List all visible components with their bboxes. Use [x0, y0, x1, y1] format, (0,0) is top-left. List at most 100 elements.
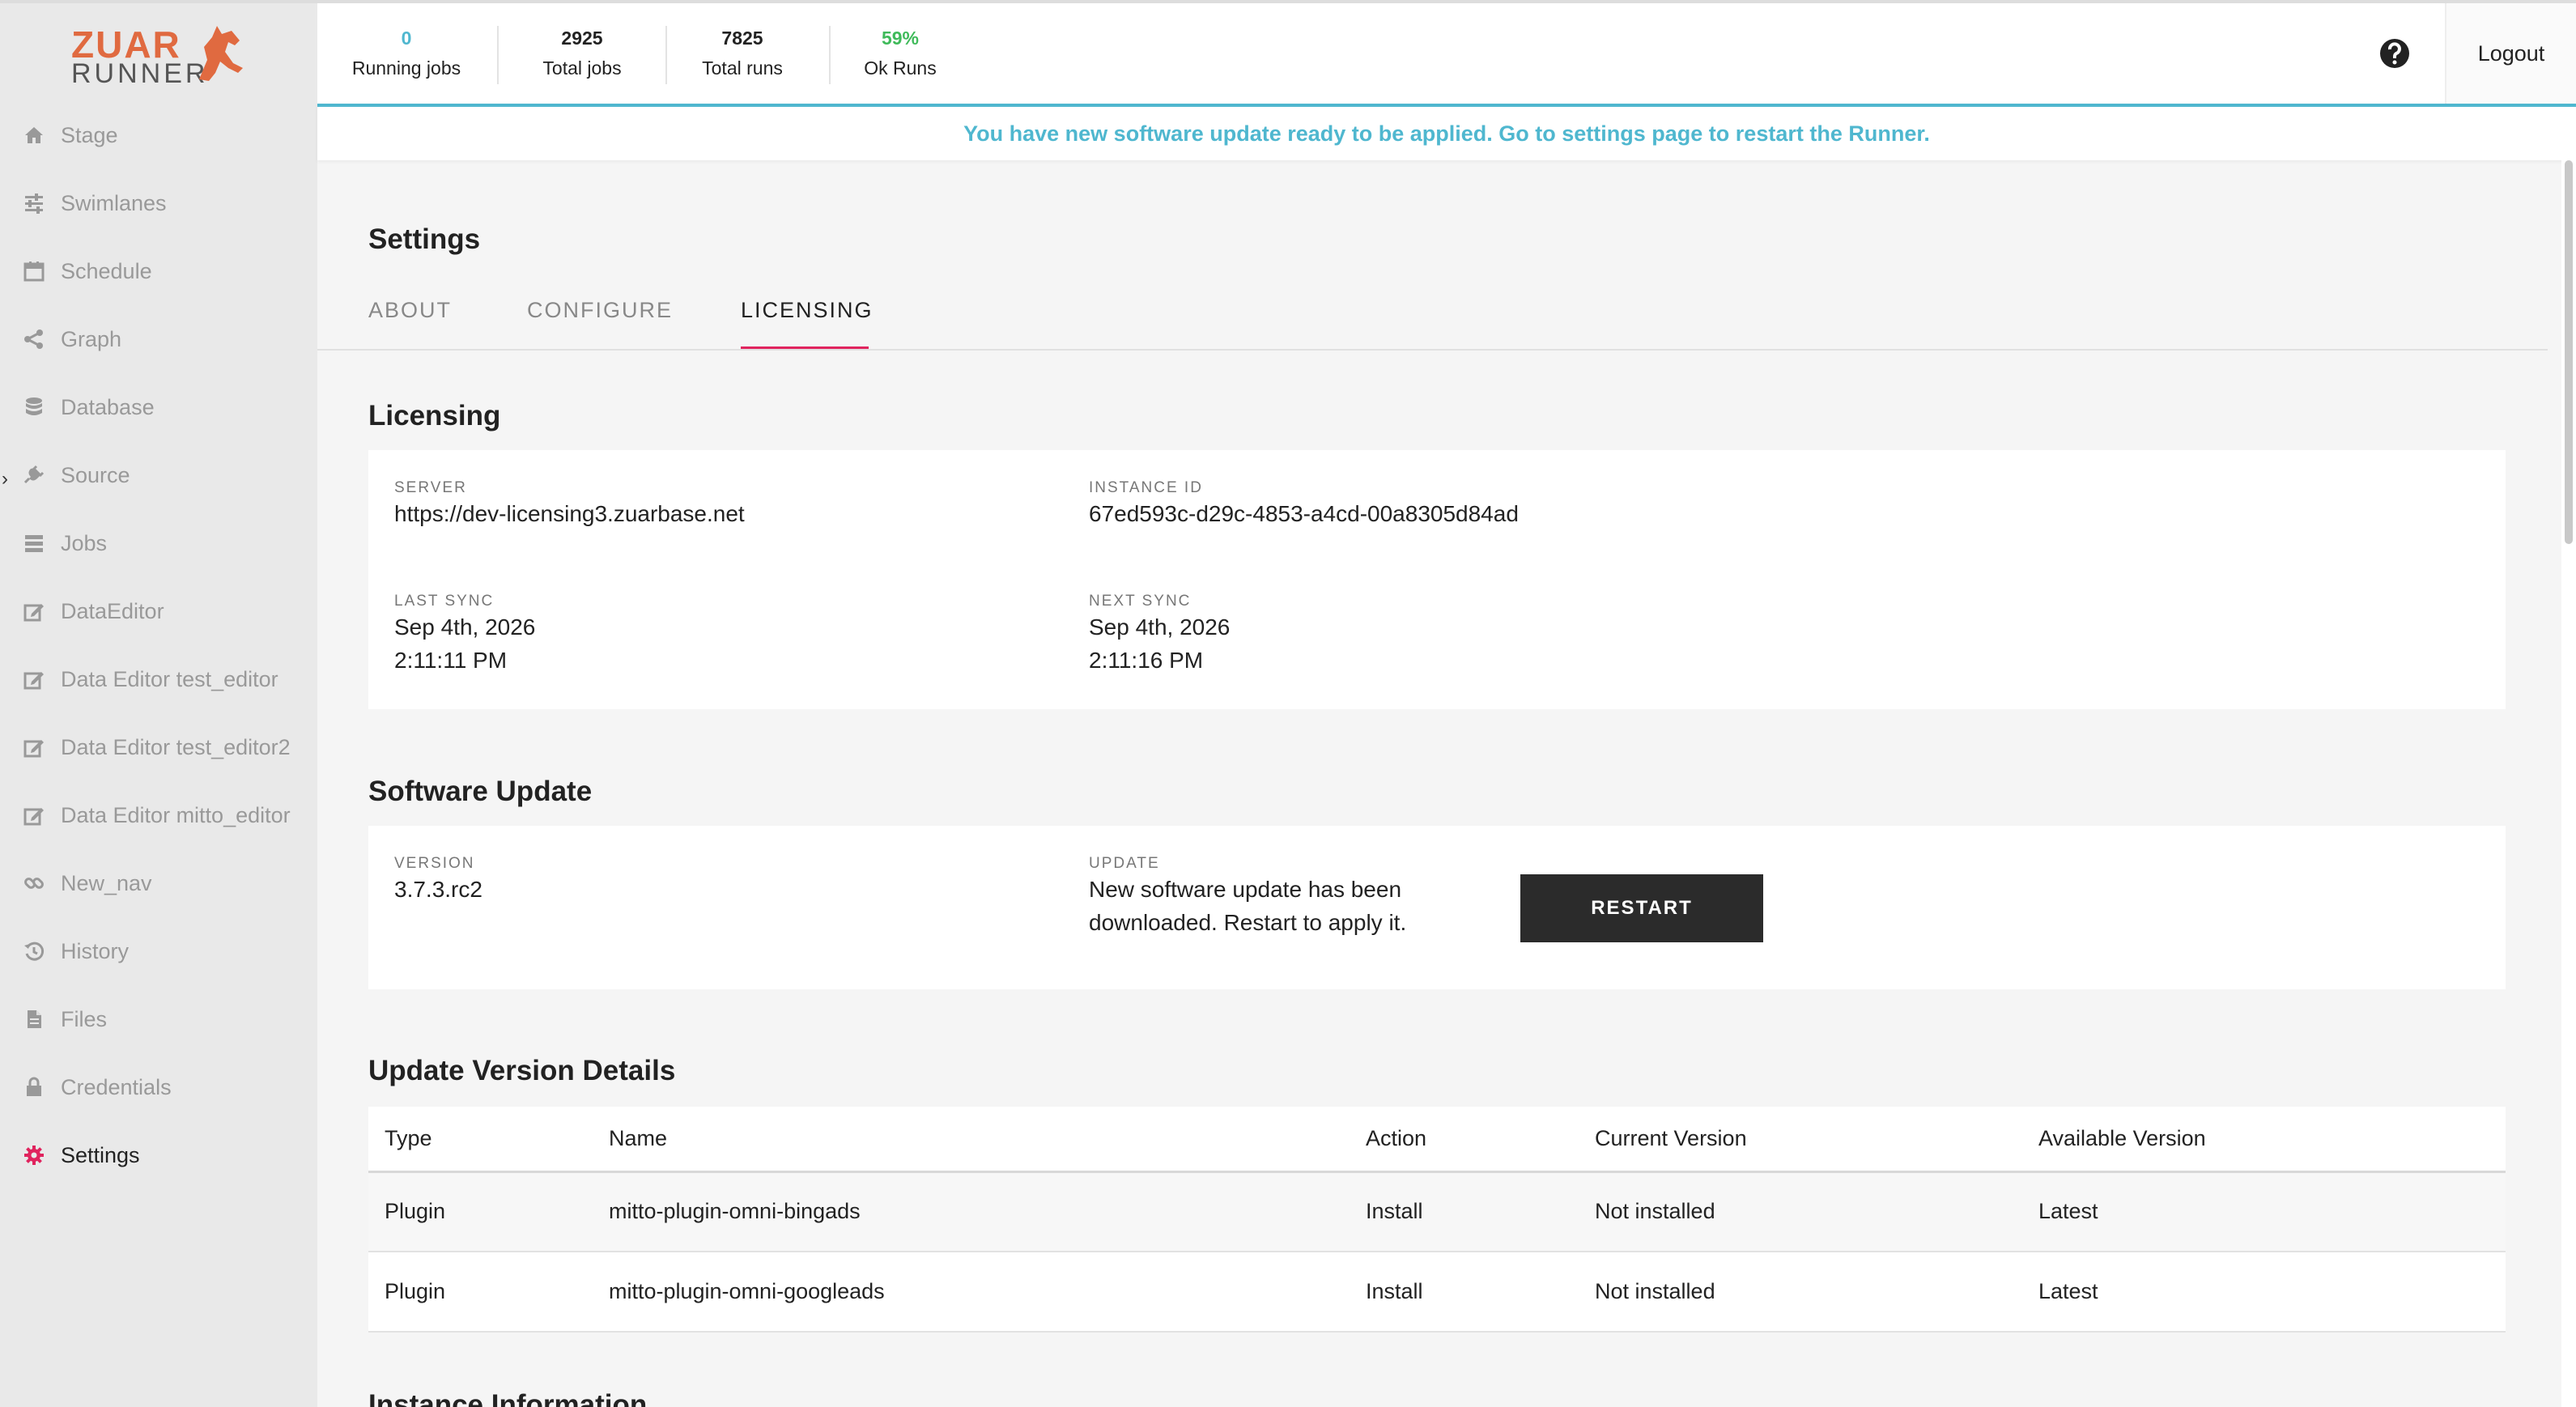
stat-caption: Ok Runs	[864, 57, 937, 79]
instance-information-title: Instance Information	[368, 1389, 648, 1407]
stat-divider	[829, 26, 831, 84]
last-sync-label: LAST SYNC	[394, 593, 495, 610]
last-sync-date: Sep 4th, 2026	[394, 614, 536, 640]
share-icon	[22, 327, 46, 351]
sidebar-item-label: Data Editor test_editor2	[61, 734, 291, 759]
sidebar-item-schedule[interactable]: Schedule	[0, 237, 317, 305]
update-banner[interactable]: You have new software update ready to be…	[317, 104, 2576, 160]
stat-running-jobs[interactable]: 0 Running jobs	[350, 28, 463, 79]
sidebar-item-label: Schedule	[61, 258, 152, 283]
question-circle-icon[interactable]	[2378, 37, 2411, 70]
edit-icon	[22, 803, 46, 827]
version-value: 3.7.3.rc2	[394, 877, 482, 902]
sidebar-item-label: Credentials	[61, 1074, 172, 1099]
sidebar-item-label: Data Editor mitto_editor	[61, 802, 291, 827]
stat-caption: Total runs	[702, 57, 783, 79]
instance-id-label: INSTANCE ID	[1089, 479, 1203, 496]
edit-icon	[22, 735, 46, 759]
sidebar-item-graph[interactable]: Graph	[0, 305, 317, 373]
update-message-line1: New software update has been	[1089, 877, 1402, 902]
sidebar-item-jobs[interactable]: Jobs	[0, 509, 317, 577]
logout-button[interactable]: Logout	[2445, 3, 2576, 104]
list-icon	[22, 531, 46, 555]
column-header-action: Action	[1350, 1107, 1579, 1173]
cell-current-version: Not installed	[1579, 1171, 2022, 1252]
sidebar-item-label: Stage	[61, 122, 118, 147]
horse-icon	[199, 26, 243, 81]
sidebar-item-label: Files	[61, 1006, 108, 1031]
cell-name: mitto-plugin-omni-googleads	[593, 1252, 1350, 1333]
update-details-title: Update Version Details	[368, 1055, 676, 1086]
table-row: Plugin mitto-plugin-omni-bingads Install…	[368, 1171, 2506, 1252]
next-sync-label: NEXT SYNC	[1089, 593, 1192, 610]
sidebar-item-label: Database	[61, 394, 155, 419]
column-header-name: Name	[593, 1107, 1350, 1173]
sidebar-item-swimlanes[interactable]: Swimlanes	[0, 169, 317, 237]
home-icon	[22, 123, 46, 147]
database-icon	[22, 395, 46, 419]
stat-caption: Running jobs	[351, 57, 461, 79]
sidebar-item-data-editor-test-editor2[interactable]: Data Editor test_editor2	[0, 713, 317, 781]
zuar-runner-logo[interactable]: ZUAR RUNNER	[71, 23, 249, 89]
sidebar-item-database[interactable]: Database	[0, 373, 317, 441]
sidebar-item-dataeditor[interactable]: DataEditor	[0, 577, 317, 645]
plug-icon	[22, 463, 46, 487]
tab-about[interactable]: ABOUT	[368, 298, 452, 323]
sidebar-item-data-editor-test-editor[interactable]: Data Editor test_editor	[0, 645, 317, 713]
file-icon	[22, 1007, 46, 1031]
logo-text-runner: RUNNER	[71, 58, 209, 89]
update-message-line2: downloaded. Restart to apply it.	[1089, 910, 1407, 935]
update-label: UPDATE	[1089, 855, 1160, 872]
stat-value: 59%	[881, 28, 920, 49]
column-header-type: Type	[368, 1107, 593, 1173]
sidebar-item-label: New_nav	[61, 870, 152, 895]
main-content: Settings ABOUT CONFIGURE LICENSING Licen…	[317, 160, 2548, 1407]
sidebar: ZUAR RUNNER › Stage Swimlanes Schedule G…	[0, 0, 317, 1407]
stat-ok-runs[interactable]: 59% Ok Runs	[852, 28, 949, 79]
sidebar-item-label: DataEditor	[61, 598, 164, 623]
software-update-title: Software Update	[368, 776, 593, 807]
link-icon	[22, 871, 46, 895]
column-header-current-version: Current Version	[1579, 1107, 2022, 1173]
sidebar-item-history[interactable]: History	[0, 917, 317, 985]
sliders-icon	[22, 191, 46, 215]
history-icon	[22, 939, 46, 963]
sidebar-item-label: Graph	[61, 326, 122, 351]
licensing-card: SERVER https://dev-licensing3.zuarbase.n…	[368, 450, 2506, 709]
tabs-divider	[317, 349, 2548, 351]
stat-value: 7825	[721, 28, 763, 49]
stat-total-runs[interactable]: 7825 Total runs	[690, 28, 795, 79]
column-header-available-version: Available Version	[2022, 1107, 2506, 1173]
tab-licensing[interactable]: LICENSING	[741, 298, 874, 323]
sidebar-item-source[interactable]: Source	[0, 441, 317, 509]
sidebar-item-new-nav[interactable]: New_nav	[0, 849, 317, 917]
next-sync-date: Sep 4th, 2026	[1089, 614, 1231, 640]
table-row: Plugin mitto-plugin-omni-googleads Insta…	[368, 1252, 2506, 1333]
stat-caption: Total jobs	[542, 57, 622, 79]
sidebar-item-label: History	[61, 938, 130, 963]
edit-icon	[22, 667, 46, 691]
restart-button[interactable]: RESTART	[1520, 874, 1763, 942]
sidebar-item-credentials[interactable]: Credentials	[0, 1053, 317, 1121]
main-scrollbar[interactable]	[2561, 160, 2576, 1407]
stat-divider	[497, 26, 499, 84]
scrollbar-thumb[interactable]	[2565, 160, 2573, 544]
stats-header: 0 Running jobs 2925 Total jobs 7825 Tota…	[317, 3, 2576, 104]
version-label: VERSION	[394, 855, 475, 872]
stat-divider	[665, 26, 667, 84]
sidebar-item-stage[interactable]: Stage	[0, 101, 317, 169]
software-update-card: VERSION 3.7.3.rc2 UPDATE New software up…	[368, 826, 2506, 989]
tab-configure[interactable]: CONFIGURE	[527, 298, 673, 323]
sidebar-item-label: Data Editor test_editor	[61, 666, 278, 691]
sidebar-item-settings[interactable]: Settings	[0, 1121, 317, 1189]
calendar-icon	[22, 259, 46, 283]
stat-total-jobs[interactable]: 2925 Total jobs	[529, 28, 635, 79]
stat-value: 0	[401, 28, 412, 49]
cell-action: Install	[1350, 1171, 1579, 1252]
instance-id-value: 67ed593c-d29c-4853-a4cd-00a8305d84ad	[1089, 501, 1519, 526]
table-header-row: Type Name Action Current Version Availab…	[368, 1107, 2506, 1173]
sidebar-item-data-editor-mitto-editor[interactable]: Data Editor mitto_editor	[0, 781, 317, 849]
sidebar-item-files[interactable]: Files	[0, 985, 317, 1053]
sidebar-item-label: Source	[61, 462, 130, 487]
page-title: Settings	[368, 223, 481, 255]
